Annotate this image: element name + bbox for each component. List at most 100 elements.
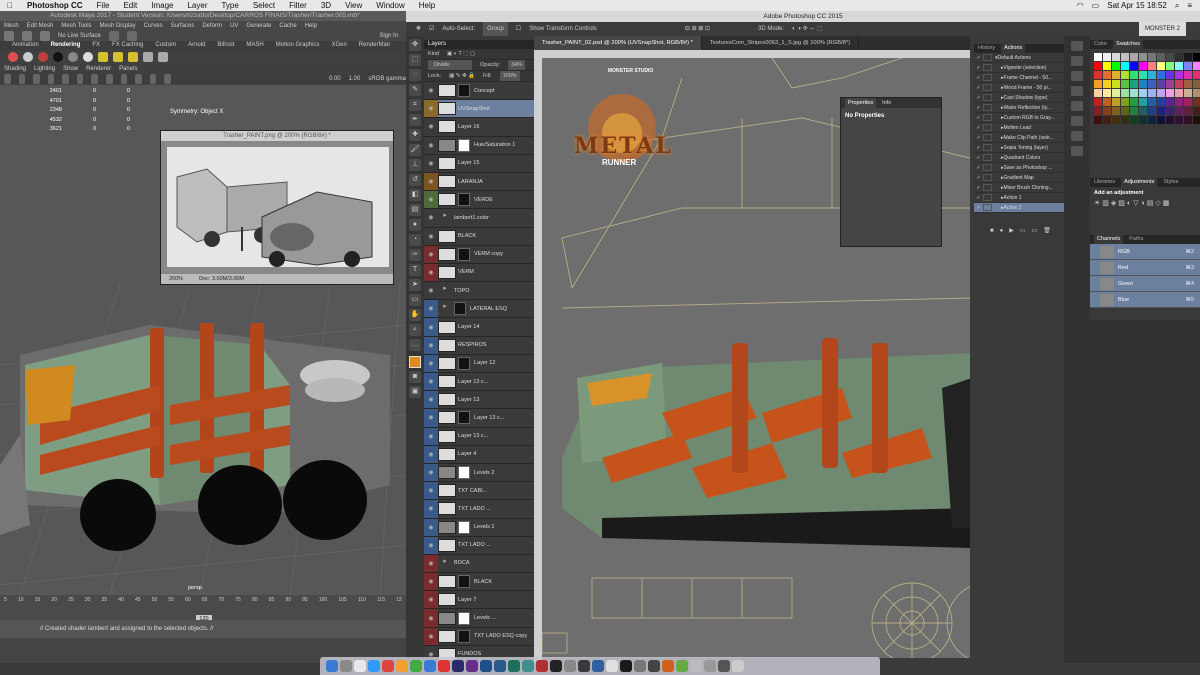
- layer-row[interactable]: ◉ BLACK: [424, 573, 534, 592]
- action-controls[interactable]: ■●▶▭▭🗑: [990, 227, 1057, 234]
- tab-paths[interactable]: Paths: [1129, 235, 1143, 244]
- check-icon[interactable]: ✓: [974, 135, 983, 141]
- action-row[interactable]: ✓ ▸ Wood Frame - 50 pi...: [974, 83, 1064, 93]
- color-swatch[interactable]: [1112, 80, 1120, 88]
- visibility-eye-icon[interactable]: ◉: [424, 445, 438, 463]
- wifi-icon[interactable]: ◠: [1077, 1, 1084, 10]
- maya-menu-edit-mesh[interactable]: Edit Mesh: [27, 21, 54, 31]
- snap-icon[interactable]: [22, 31, 32, 41]
- tab-properties[interactable]: Properties: [845, 98, 877, 108]
- dock-app-icon[interactable]: [354, 660, 366, 672]
- eraser-tool-icon[interactable]: ◧: [409, 189, 421, 201]
- color-swatch[interactable]: [1157, 107, 1165, 115]
- dialog-toggle[interactable]: [983, 104, 992, 111]
- visibility-eye-icon[interactable]: ◉: [424, 118, 438, 136]
- layer-row[interactable]: ◉ Levels ...: [424, 609, 534, 628]
- color-swatch[interactable]: [1175, 80, 1183, 88]
- toolbar-icon[interactable]: [4, 74, 11, 84]
- maya-menu-surfaces[interactable]: Surfaces: [171, 21, 195, 31]
- layer-mask-thumbnail[interactable]: [458, 520, 470, 534]
- color-swatch[interactable]: [1121, 107, 1129, 115]
- dialog-toggle[interactable]: [983, 174, 992, 181]
- shelf-tab-mash[interactable]: MASH: [246, 41, 263, 50]
- menu-type[interactable]: Type: [214, 0, 245, 11]
- layer-row[interactable]: ◉ Layer 13 c...: [424, 409, 534, 428]
- channel-row-green[interactable]: Green ⌘4: [1090, 276, 1200, 292]
- menu-view[interactable]: View: [338, 0, 369, 11]
- check-icon[interactable]: ✓: [974, 65, 983, 71]
- layer-row[interactable]: ◉ Levels 1: [424, 518, 534, 537]
- layer-row[interactable]: ◉ ▸ lambert1.color: [424, 209, 534, 228]
- visibility-eye-icon[interactable]: ◉: [424, 354, 438, 372]
- color-swatch[interactable]: [1103, 116, 1111, 124]
- layer-row[interactable]: ◉ Layer 15: [424, 154, 534, 173]
- color-swatch[interactable]: [1103, 62, 1111, 70]
- action-row[interactable]: ✓ ▾ Default Actions: [974, 53, 1064, 63]
- color-swatch[interactable]: [1121, 98, 1129, 106]
- foreground-color-swatch[interactable]: [409, 356, 421, 368]
- visibility-eye-icon[interactable]: ◉: [424, 209, 438, 227]
- dock-app-icon[interactable]: [620, 660, 632, 672]
- layer-row[interactable]: ◉ Concept: [424, 82, 534, 101]
- field-exposure[interactable]: 0.00: [329, 74, 341, 84]
- color-swatch[interactable]: [1094, 98, 1102, 106]
- color-swatch[interactable]: [1103, 71, 1111, 79]
- maya-menu-curves[interactable]: Curves: [144, 21, 163, 31]
- check-icon[interactable]: ✓: [974, 205, 983, 211]
- panel-menu-panels[interactable]: Panels: [119, 64, 137, 74]
- dock-app-icon[interactable]: [634, 660, 646, 672]
- visibility-eye-icon[interactable]: ◉: [424, 300, 438, 318]
- visibility-eye-icon[interactable]: ◉: [424, 136, 438, 154]
- visibility-eye-icon[interactable]: ◉: [424, 500, 438, 518]
- quick-select-tool-icon[interactable]: ✎: [409, 84, 421, 96]
- color-swatch[interactable]: [1157, 62, 1165, 70]
- visibility-eye-icon[interactable]: ◉: [424, 282, 438, 300]
- toolbar-icon[interactable]: [164, 74, 171, 84]
- adjustment-icons[interactable]: ☀▥◈▨◐▽◑▤◇▦: [1090, 199, 1200, 207]
- color-space[interactable]: sRGB gamma: [368, 74, 406, 84]
- doc-tab-trasher[interactable]: Trasher_PAINT_02.psd @ 200% (UVSnapShot,…: [534, 36, 702, 50]
- action-row[interactable]: ✓ ▸ Action 2: [974, 203, 1064, 213]
- light-icon[interactable]: [98, 52, 108, 62]
- mode-3d-icons[interactable]: ◐ ◑ ✣ ⇔ ⬚: [792, 22, 823, 36]
- dialog-toggle[interactable]: [983, 204, 992, 211]
- dock-app-icon[interactable]: [564, 660, 576, 672]
- color-swatch[interactable]: [1157, 80, 1165, 88]
- check-icon[interactable]: ✓: [974, 195, 983, 201]
- color-swatch[interactable]: [1094, 116, 1102, 124]
- toolbar-icon[interactable]: [149, 74, 157, 84]
- live-surface-label[interactable]: No Live Surface: [58, 31, 101, 41]
- layer-row[interactable]: ◉ Layer 13: [424, 391, 534, 410]
- quick-mask-icon[interactable]: ◙: [409, 371, 421, 383]
- paint-float-window[interactable]: Trasher_PAINT.png @ 200% (RGB/8#) * 200%…: [160, 130, 394, 285]
- channel-row-blue[interactable]: Blue ⌘5: [1090, 292, 1200, 308]
- layer-row[interactable]: ◉ VERM copy: [424, 245, 534, 264]
- dialog-toggle[interactable]: [983, 154, 992, 161]
- color-swatch[interactable]: [1103, 53, 1111, 61]
- visibility-eye-icon[interactable]: ◉: [424, 591, 438, 609]
- visibility-eye-icon[interactable]: ◉: [424, 391, 438, 409]
- sphere-red-icon[interactable]: [8, 52, 18, 62]
- check-icon[interactable]: ✓: [974, 115, 983, 121]
- menu-image[interactable]: Image: [144, 0, 180, 11]
- layer-mask-thumbnail[interactable]: [458, 466, 470, 480]
- toolbar-icon[interactable]: [135, 74, 142, 84]
- color-swatch[interactable]: [1148, 71, 1156, 79]
- panel-icon[interactable]: [1071, 101, 1083, 111]
- toolbar-icon[interactable]: [62, 74, 69, 84]
- layer-row[interactable]: ◉ Layer 7: [424, 591, 534, 610]
- dialog-toggle[interactable]: [983, 84, 992, 91]
- color-swatch[interactable]: [1130, 80, 1138, 88]
- action-row[interactable]: ✓ ▸ Mixer Brush Cloning...: [974, 183, 1064, 193]
- color-swatch[interactable]: [1130, 53, 1138, 61]
- color-swatch[interactable]: [1112, 89, 1120, 97]
- action-row[interactable]: ✓ ▸ Save as Photoshop ...: [974, 163, 1064, 173]
- color-swatch[interactable]: [1094, 62, 1102, 70]
- color-swatch[interactable]: [1157, 53, 1165, 61]
- transform-checkbox[interactable]: ☐: [516, 22, 521, 36]
- visibility-eye-icon[interactable]: ◉: [424, 318, 438, 336]
- maya-menu-generate[interactable]: Generate: [246, 21, 271, 31]
- action-row[interactable]: ✓ ▸ Custom RGB to Gray...: [974, 113, 1064, 123]
- action-row[interactable]: ✓ ▸ Cast Shadow (type): [974, 93, 1064, 103]
- layer-row[interactable]: ◉ TXT LADO ESQ copy: [424, 627, 534, 646]
